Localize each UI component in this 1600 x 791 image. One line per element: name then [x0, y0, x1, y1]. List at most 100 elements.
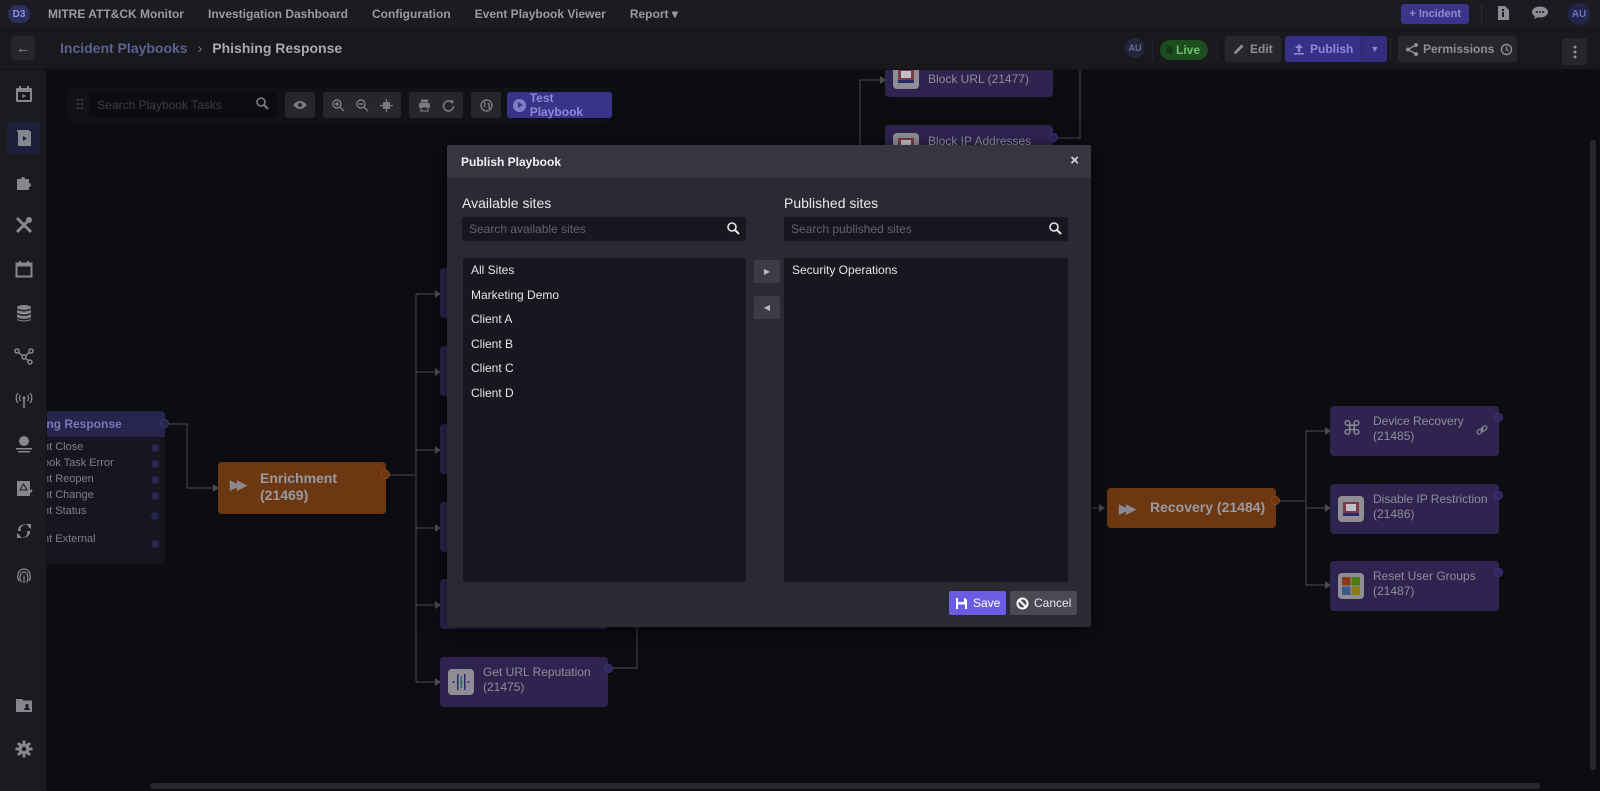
edit-button[interactable]: Edit: [1225, 36, 1281, 62]
sidebar-item-graph[interactable]: [7, 340, 40, 372]
recovery-node[interactable]: ▶▶ Recovery (21484): [1107, 488, 1280, 528]
wire-block-ip-out: [1055, 70, 1081, 139]
zoom-in-button[interactable]: [327, 94, 349, 116]
more-options-button[interactable]: [1562, 38, 1587, 65]
d3-logo[interactable]: D3: [8, 5, 30, 23]
event-port[interactable]: [151, 512, 159, 520]
device-recovery-node[interactable]: ⌘ Device Recovery (21485): [1330, 406, 1503, 456]
info-icon[interactable]: [1496, 5, 1510, 23]
sidebar-item-playbooks[interactable]: [7, 122, 40, 154]
trigger-event-row[interactable]: nt Status: [47, 505, 165, 533]
sidebar-item-threat-intel[interactable]: [7, 428, 40, 460]
back-button[interactable]: ←: [11, 36, 35, 60]
disable-ip-restriction-title: Disable IP Restriction (21486): [1373, 492, 1488, 522]
zoom-out-button[interactable]: [351, 94, 373, 116]
enrichment-node[interactable]: ▶▶ Enrichment (21469): [218, 462, 390, 514]
link-icon[interactable]: [1476, 423, 1488, 441]
device-recovery-output-port[interactable]: [1494, 413, 1503, 422]
available-site-item[interactable]: Marketing Demo: [463, 287, 746, 312]
permissions-button[interactable]: Permissions: [1398, 36, 1503, 62]
nav-investigation-dashboard[interactable]: Investigation Dashboard: [208, 7, 348, 21]
nav-configuration[interactable]: Configuration: [372, 7, 451, 21]
enrichment-output-port[interactable]: [381, 470, 390, 479]
block-url-node[interactable]: Block URL (21477): [885, 70, 1053, 97]
event-port[interactable]: [151, 460, 159, 468]
sidebar-item-integrations[interactable]: [7, 166, 40, 198]
sidebar-item-fingerprint[interactable]: [7, 559, 40, 591]
search-icon[interactable]: [1049, 222, 1062, 240]
global-settings-button[interactable]: [475, 94, 497, 116]
nav-event-playbook-viewer[interactable]: Event Playbook Viewer: [475, 7, 606, 21]
drag-handle-icon[interactable]: ⠿: [75, 97, 85, 114]
available-site-item[interactable]: Client B: [463, 336, 746, 361]
horizontal-scrollbar[interactable]: [150, 783, 1540, 789]
live-status-badge[interactable]: Live: [1160, 40, 1209, 60]
header-actions: AU Live Edit Publish ▼ Permissions: [1120, 28, 1600, 70]
available-sites-search-input[interactable]: [462, 217, 702, 241]
trigger-event-row[interactable]: ook Task Error: [47, 457, 165, 473]
trigger-event-label: nt Reopen: [47, 473, 94, 485]
nav-report-dropdown[interactable]: Report ▾: [630, 7, 678, 21]
globe-group: [471, 92, 502, 118]
sidebar-item-tools[interactable]: [7, 209, 40, 241]
trigger-event-row[interactable]: nt Close: [47, 441, 165, 457]
vertical-scrollbar[interactable]: [1590, 140, 1596, 770]
save-label: Save: [973, 596, 1001, 610]
nav-mitre-attack-monitor[interactable]: MITRE ATT&CK Monitor: [48, 7, 184, 21]
sidebar-item-settings[interactable]: [7, 733, 40, 765]
breadcrumb-incident-playbooks[interactable]: Incident Playbooks: [60, 40, 188, 56]
trigger-event-row[interactable]: nt Reopen: [47, 473, 165, 489]
available-site-item[interactable]: Client A: [463, 311, 746, 336]
publish-dropdown-toggle[interactable]: ▼: [1361, 36, 1388, 62]
event-port[interactable]: [151, 444, 159, 452]
close-icon[interactable]: ×: [1070, 153, 1079, 169]
search-tasks-input[interactable]: [89, 92, 260, 118]
reset-user-groups-output-port[interactable]: [1494, 568, 1503, 577]
sidebar-item-incidents[interactable]: [7, 78, 40, 110]
print-button[interactable]: [413, 94, 435, 116]
trigger-node[interactable]: ing Response nt Close ook Task Error nt …: [47, 411, 169, 564]
publish-button[interactable]: Publish: [1285, 36, 1362, 62]
get-url-reputation-node[interactable]: Get URL Reputation (21475): [440, 657, 613, 707]
available-site-item[interactable]: Client C: [463, 360, 746, 385]
cancel-button[interactable]: Cancel: [1010, 591, 1078, 615]
history-icon: [1500, 43, 1512, 55]
recovery-output-port[interactable]: [1271, 496, 1280, 505]
sidebar-item-data[interactable]: [7, 297, 40, 329]
published-site-item[interactable]: Security Operations: [784, 262, 1068, 287]
sidebar-item-calendar[interactable]: [7, 253, 40, 285]
refresh-button[interactable]: [437, 94, 459, 116]
reset-user-groups-node[interactable]: Reset User Groups (21487): [1330, 561, 1503, 611]
editor-avatar[interactable]: AU: [1125, 38, 1145, 58]
disable-ip-output-port[interactable]: [1494, 491, 1503, 500]
available-site-item[interactable]: Client D: [463, 385, 746, 410]
url-reputation-output-port[interactable]: [604, 664, 613, 673]
published-sites-search-input[interactable]: [784, 217, 1024, 241]
block-ip-output-port[interactable]: [1049, 133, 1058, 142]
event-port[interactable]: [151, 476, 159, 484]
event-port[interactable]: [151, 492, 159, 500]
user-avatar[interactable]: AU: [1568, 3, 1590, 25]
move-right-button[interactable]: ▶: [754, 260, 780, 283]
trigger-output-port[interactable]: [160, 419, 169, 428]
sidebar-item-reports[interactable]: [7, 472, 40, 504]
add-incident-button[interactable]: + Incident: [1401, 4, 1469, 24]
sidebar-item-shared-files[interactable]: [7, 689, 40, 721]
trigger-event-row[interactable]: nt Change: [47, 489, 165, 505]
event-port[interactable]: [151, 540, 159, 548]
fit-view-button[interactable]: [375, 94, 397, 116]
chat-icon[interactable]: [1532, 6, 1548, 22]
sidebar-item-broadcast[interactable]: [7, 384, 40, 416]
trigger-event-row[interactable]: nt External: [47, 533, 165, 549]
history-button[interactable]: [1495, 36, 1517, 62]
disable-ip-restriction-node[interactable]: Disable IP Restriction (21486): [1330, 484, 1503, 534]
get-url-reputation-title: Get URL Reputation (21475): [483, 665, 591, 695]
search-icon[interactable]: [256, 97, 270, 115]
toggle-view-button[interactable]: [289, 94, 311, 116]
test-playbook-button[interactable]: Test Playbook: [507, 91, 612, 119]
search-icon[interactable]: [727, 222, 740, 240]
sidebar-item-sync[interactable]: [7, 515, 40, 547]
available-site-item[interactable]: All Sites: [463, 262, 746, 287]
save-button[interactable]: Save: [949, 591, 1007, 615]
move-left-button[interactable]: ◀: [754, 296, 780, 319]
